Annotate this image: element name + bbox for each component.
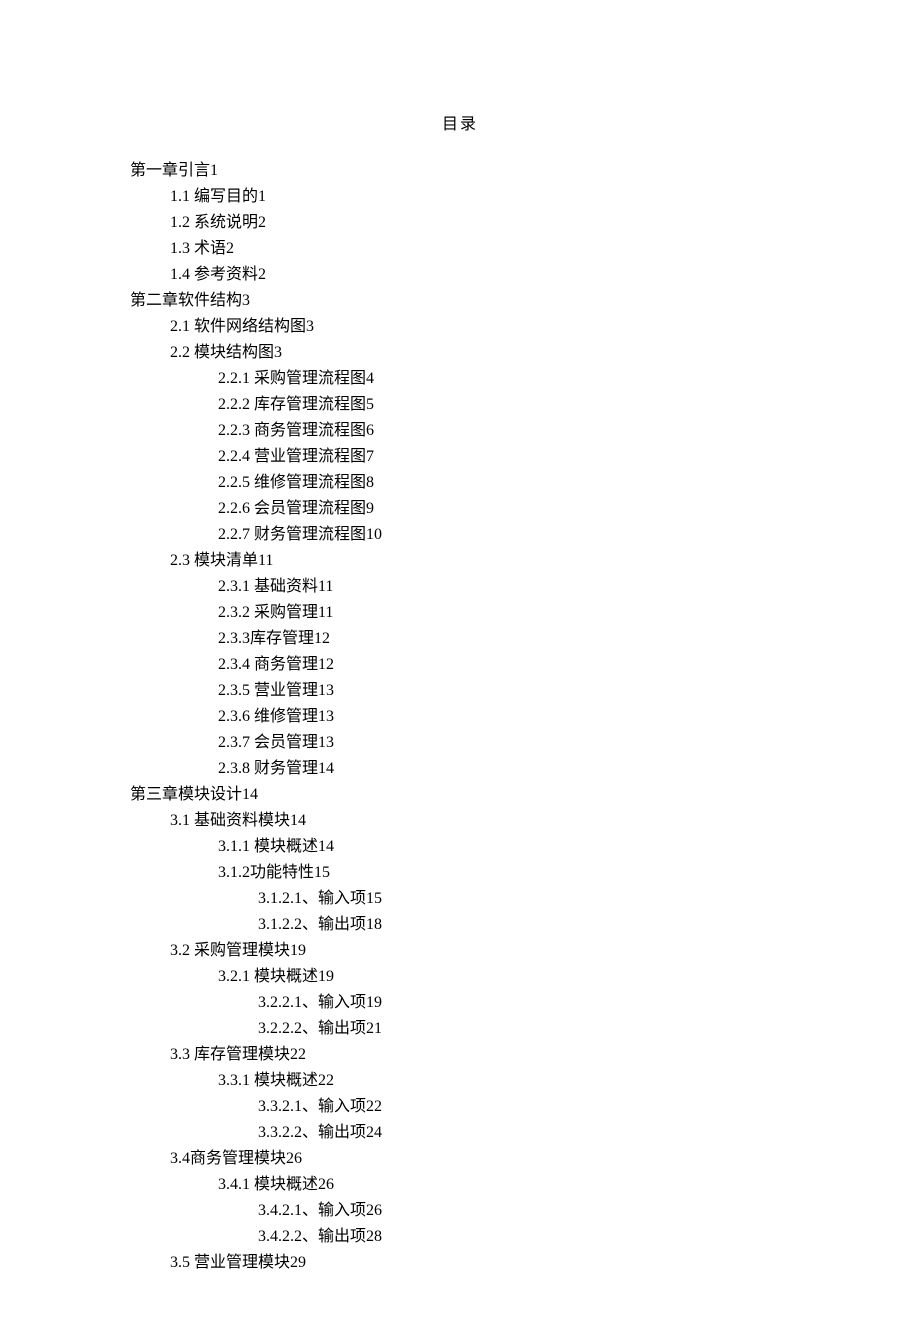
- toc-entry: 3.2.1 模块概述19: [218, 964, 790, 990]
- toc-entry: 1.3 术语2: [170, 236, 790, 262]
- toc-entry: 第一章引言1: [130, 158, 790, 184]
- toc-entry: 2.3.7 会员管理13: [218, 730, 790, 756]
- toc-entry: 第三章模块设计14: [130, 782, 790, 808]
- toc-entry: 3.3.2.2、输出项24: [258, 1120, 790, 1146]
- toc-entry: 3.2.2.1、输入项19: [258, 990, 790, 1016]
- toc-entry: 3.4商务管理模块26: [170, 1146, 790, 1172]
- toc-entry: 1.2 系统说明2: [170, 210, 790, 236]
- toc-entry: 3.5 营业管理模块29: [170, 1250, 790, 1276]
- toc-entry: 3.1.1 模块概述14: [218, 834, 790, 860]
- toc-entry: 3.1.2.1、输入项15: [258, 886, 790, 912]
- toc-title: 目录: [130, 110, 790, 134]
- toc-entry: 2.2.6 会员管理流程图9: [218, 496, 790, 522]
- toc-entry: 2.3.2 采购管理11: [218, 600, 790, 626]
- toc-entry: 3.1.2.2、输出项18: [258, 912, 790, 938]
- toc-entry: 3.3 库存管理模块22: [170, 1042, 790, 1068]
- toc-entry: 2.1 软件网络结构图3: [170, 314, 790, 340]
- toc-entry: 2.3 模块清单11: [170, 548, 790, 574]
- toc-entry: 2.2.5 维修管理流程图8: [218, 470, 790, 496]
- toc-list: 第一章引言11.1 编写目的11.2 系统说明21.3 术语21.4 参考资料2…: [130, 158, 790, 1276]
- toc-entry: 2.3.1 基础资料11: [218, 574, 790, 600]
- toc-entry: 2.2.3 商务管理流程图6: [218, 418, 790, 444]
- toc-entry: 2.2.2 库存管理流程图5: [218, 392, 790, 418]
- toc-entry: 2.3.4 商务管理12: [218, 652, 790, 678]
- toc-entry: 3.1.2功能特性15: [218, 860, 790, 886]
- toc-entry: 2.3.5 营业管理13: [218, 678, 790, 704]
- toc-entry: 2.3.8 财务管理14: [218, 756, 790, 782]
- toc-entry: 2.3.3库存管理12: [218, 626, 790, 652]
- toc-entry: 3.3.2.1、输入项22: [258, 1094, 790, 1120]
- toc-entry: 2.3.6 维修管理13: [218, 704, 790, 730]
- toc-entry: 2.2.1 采购管理流程图4: [218, 366, 790, 392]
- toc-entry: 3.4.2.1、输入项26: [258, 1198, 790, 1224]
- toc-entry: 3.3.1 模块概述22: [218, 1068, 790, 1094]
- toc-entry: 3.4.1 模块概述26: [218, 1172, 790, 1198]
- toc-entry: 3.4.2.2、输出项28: [258, 1224, 790, 1250]
- toc-entry: 2.2 模块结构图3: [170, 340, 790, 366]
- toc-entry: 2.2.4 营业管理流程图7: [218, 444, 790, 470]
- toc-entry: 2.2.7 财务管理流程图10: [218, 522, 790, 548]
- toc-entry: 第二章软件结构3: [130, 288, 790, 314]
- toc-entry: 3.2.2.2、输出项21: [258, 1016, 790, 1042]
- toc-entry: 1.1 编写目的1: [170, 184, 790, 210]
- toc-entry: 1.4 参考资料2: [170, 262, 790, 288]
- toc-entry: 3.1 基础资料模块14: [170, 808, 790, 834]
- toc-entry: 3.2 采购管理模块19: [170, 938, 790, 964]
